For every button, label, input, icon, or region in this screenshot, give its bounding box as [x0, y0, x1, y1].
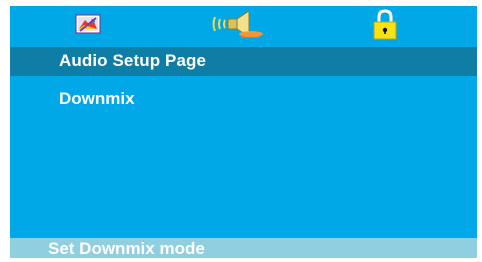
tab-general-setup[interactable] [65, 8, 111, 44]
tab-password-setup[interactable] [362, 8, 408, 44]
page-title: Audio Setup Page [59, 51, 207, 70]
general-setup-icon [75, 14, 101, 39]
menu-item-downmix[interactable]: Downmix [59, 89, 135, 109]
page-title-bar: Audio Setup Page [10, 47, 477, 76]
setup-tab-bar [10, 6, 477, 46]
padlock-icon [371, 8, 399, 45]
status-bar: Set Downmix mode [10, 238, 477, 258]
status-text: Set Downmix mode [48, 239, 205, 258]
tab-audio-setup[interactable] [206, 8, 272, 44]
speaker-icon [211, 8, 267, 45]
osd-screen: Audio Setup Page Downmix Set Downmix mod… [10, 6, 477, 258]
